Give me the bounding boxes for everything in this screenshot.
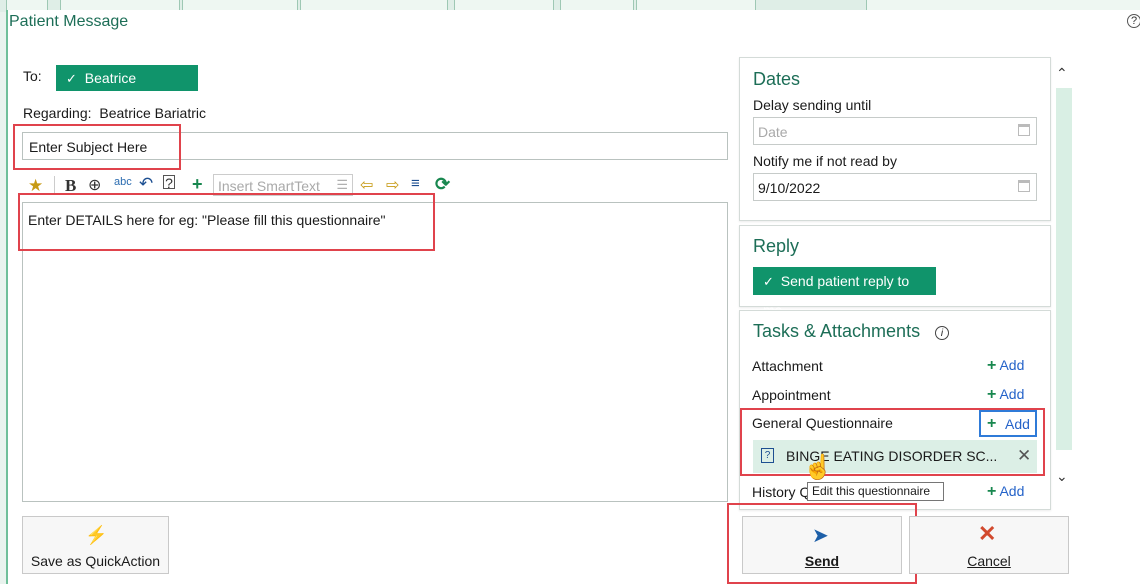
history-label: History Q bbox=[752, 484, 811, 500]
plus-icon: + bbox=[987, 386, 997, 403]
questionnaire-highlight bbox=[740, 408, 1045, 476]
plus-icon: + bbox=[987, 357, 997, 374]
hand-cursor-icon: ☝ bbox=[803, 454, 833, 481]
add-history-link[interactable]: + Add bbox=[987, 483, 1024, 501]
add-label: Add bbox=[999, 386, 1025, 402]
help-doc-icon[interactable]: ? bbox=[163, 175, 175, 190]
regarding-label: Regarding: bbox=[23, 105, 92, 121]
window-title: Patient Message bbox=[9, 13, 129, 30]
save-quickaction-button[interactable]: ⚡ Save as QuickAction bbox=[22, 516, 169, 574]
reply-title: Reply bbox=[753, 236, 800, 256]
details-highlight bbox=[18, 193, 435, 251]
list-format-icon[interactable]: ≡ bbox=[411, 175, 420, 192]
calendar-icon[interactable] bbox=[1018, 124, 1030, 136]
cancel-label: Cancel bbox=[967, 553, 1011, 569]
cancel-x-icon: ✕ bbox=[978, 521, 997, 546]
notify-date-value: 9/10/2022 bbox=[758, 180, 821, 196]
scroll-down-icon[interactable]: ⌄ bbox=[1056, 468, 1068, 485]
appointment-label: Appointment bbox=[752, 387, 831, 403]
reply-card: Reply ✓ Send patient reply to me bbox=[739, 225, 1051, 318]
smarttext-placeholder: Insert SmartText bbox=[218, 178, 320, 194]
info-icon[interactable]: i bbox=[935, 326, 949, 340]
calendar-icon[interactable] bbox=[1018, 180, 1030, 192]
quickaction-icon: ⚡ bbox=[85, 525, 108, 545]
to-label: To: bbox=[23, 68, 42, 84]
spellcheck-icon[interactable]: abc bbox=[114, 176, 132, 188]
subject-highlight bbox=[13, 124, 181, 170]
scroll-up-icon[interactable]: ⌃ bbox=[1056, 65, 1068, 82]
toolbar-divider bbox=[54, 176, 55, 194]
quickaction-label: Save as QuickAction bbox=[30, 553, 161, 569]
scrollbar[interactable]: ⌃ ⌄ bbox=[1053, 62, 1073, 490]
check-icon: ✓ bbox=[763, 274, 774, 289]
dates-card: Dates Delay sending until Date Notify me… bbox=[739, 57, 1051, 221]
smarttext-list-icon[interactable]: ☰ bbox=[336, 177, 348, 193]
cancel-button[interactable]: ✕ Cancel bbox=[909, 516, 1069, 574]
recipient-chip[interactable]: ✓ Beatrice Bariatric bbox=[56, 65, 198, 113]
help-icon[interactable]: ? bbox=[1127, 14, 1140, 28]
send-highlight bbox=[727, 503, 917, 584]
dates-title: Dates bbox=[753, 69, 801, 89]
add-appointment-link[interactable]: + Add bbox=[987, 386, 1024, 404]
arrow-right-icon[interactable]: ⇨ bbox=[386, 175, 399, 195]
plus-icon: + bbox=[987, 483, 997, 500]
refresh-icon[interactable]: ⟳ bbox=[435, 174, 450, 195]
arrow-left-icon[interactable]: ⇦ bbox=[360, 175, 373, 195]
add-label: Add bbox=[999, 357, 1025, 373]
regarding-value: Beatrice Bariatric bbox=[99, 105, 206, 121]
add-label: Add bbox=[999, 483, 1025, 499]
attachment-label: Attachment bbox=[752, 358, 823, 374]
delay-date-input[interactable]: Date bbox=[753, 117, 1037, 145]
tasks-title: Tasks & Attachments bbox=[753, 321, 921, 341]
regarding-row: Regarding: Beatrice Bariatric bbox=[23, 105, 206, 121]
add-icon[interactable]: + bbox=[192, 174, 203, 195]
delay-date-placeholder: Date bbox=[758, 124, 788, 140]
scrollbar-thumb[interactable] bbox=[1056, 88, 1072, 450]
delay-label: Delay sending until bbox=[753, 97, 872, 113]
send-reply-toggle[interactable]: ✓ Send patient reply to me bbox=[753, 267, 936, 318]
zoom-icon[interactable]: ⊕ bbox=[88, 175, 101, 195]
notify-date-input[interactable]: 9/10/2022 bbox=[753, 173, 1037, 201]
tooltip: Edit this questionnaire bbox=[807, 482, 944, 501]
check-icon: ✓ bbox=[66, 71, 77, 86]
undo-icon[interactable]: ↶ bbox=[139, 174, 153, 194]
add-attachment-link[interactable]: + Add bbox=[987, 357, 1024, 375]
notify-label: Notify me if not read by bbox=[753, 153, 897, 169]
